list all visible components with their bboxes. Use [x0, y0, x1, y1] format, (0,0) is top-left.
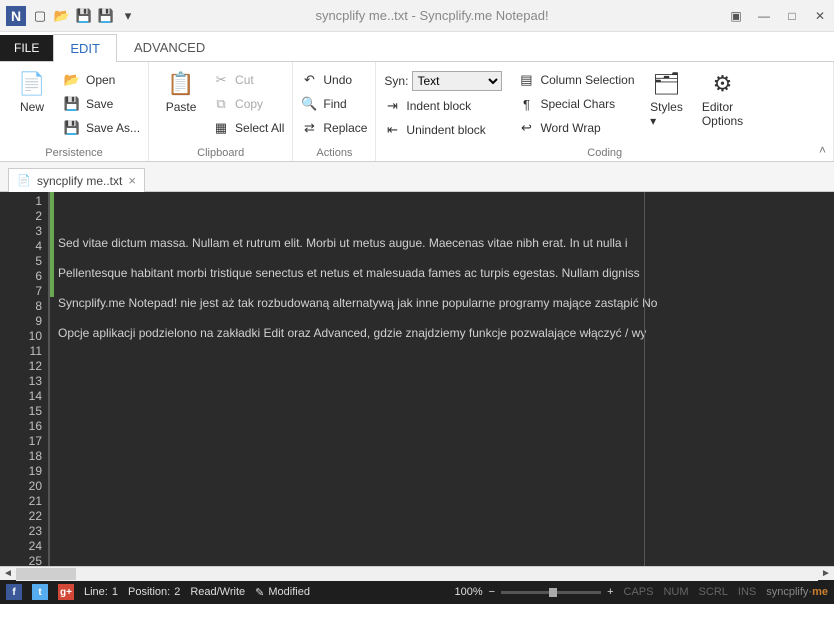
- unindent-icon: ⇤: [384, 122, 400, 138]
- word-wrap-icon: ↩: [518, 120, 534, 136]
- minimize-icon[interactable]: —: [756, 8, 772, 24]
- zoom-in-icon[interactable]: +: [607, 586, 613, 598]
- zoom-out-icon[interactable]: −: [489, 586, 495, 598]
- caps-indicator: CAPS: [624, 586, 654, 598]
- modified-icon: ✎: [255, 586, 264, 599]
- replace-button[interactable]: ⇄Replace: [301, 118, 367, 138]
- line-gutter: 1234567891011121314151617181920212223242…: [0, 192, 50, 566]
- googleplus-icon[interactable]: g+: [58, 584, 74, 600]
- facebook-icon[interactable]: f: [6, 584, 22, 600]
- group-persistence: 📄 New 📂Open 💾Save 💾Save As... Persistenc…: [0, 62, 149, 161]
- group-coding: Syn: Text ⇥Indent block ⇤Unindent block …: [376, 62, 834, 161]
- ribbon: 📄 New 📂Open 💾Save 💾Save As... Persistenc…: [0, 62, 834, 162]
- new-button[interactable]: 📄 New: [8, 66, 56, 114]
- indent-icon: ⇥: [384, 98, 400, 114]
- status-position: Position: 2: [128, 586, 180, 598]
- tab-edit[interactable]: EDIT: [53, 34, 117, 62]
- editor-area: 1234567891011121314151617181920212223242…: [0, 192, 834, 580]
- collapse-ribbon-icon[interactable]: ˄: [819, 143, 826, 157]
- close-tab-icon[interactable]: ×: [128, 173, 136, 188]
- column-selection-button[interactable]: ▤Column Selection: [518, 70, 634, 90]
- undo-icon: ↶: [301, 72, 317, 88]
- column-selection-icon: ▤: [518, 72, 534, 88]
- status-bar: f t g+ Line: 1 Position: 2 Read/Write ✎ …: [0, 580, 834, 604]
- indent-button[interactable]: ⇥Indent block: [384, 96, 502, 116]
- ribbon-tabs: FILE EDIT ADVANCED: [0, 32, 834, 62]
- syntax-label: Syn:: [384, 74, 408, 88]
- styles-button[interactable]: 🗂 Styles▾: [643, 66, 691, 128]
- window-title: syncplify me..txt - Syncplify.me Notepad…: [136, 8, 728, 23]
- editor-options-icon: ⚙: [709, 70, 737, 98]
- new-doc-icon[interactable]: ▢: [32, 8, 48, 24]
- maximize-icon[interactable]: □: [784, 8, 800, 24]
- status-modified: ✎ Modified: [255, 586, 310, 599]
- paste-icon: 📋: [167, 70, 195, 98]
- zoom-slider[interactable]: [501, 591, 601, 594]
- editor-text[interactable]: Sed vitae dictum massa. Nullam et rutrum…: [54, 192, 834, 566]
- right-margin-line: [644, 192, 645, 566]
- window-controls: ▣ — □ ✕: [728, 8, 828, 24]
- styles-icon: 🗂: [653, 70, 681, 98]
- save-as-button[interactable]: 💾Save As...: [64, 118, 140, 138]
- scroll-right-icon[interactable]: ►: [818, 568, 834, 579]
- paste-button[interactable]: 📋 Paste: [157, 66, 205, 114]
- status-mode: Read/Write: [190, 586, 245, 598]
- document-tabs: 📄 syncplify me..txt ×: [0, 162, 834, 192]
- replace-icon: ⇄: [301, 120, 317, 136]
- select-all-button[interactable]: ▦Select All: [213, 118, 284, 138]
- new-file-icon: 📄: [18, 70, 46, 98]
- app-logo: N: [6, 6, 26, 26]
- scroll-thumb[interactable]: [16, 568, 76, 580]
- word-wrap-button[interactable]: ↩Word Wrap: [518, 118, 634, 138]
- scroll-track[interactable]: [16, 567, 818, 581]
- editor-options-button[interactable]: ⚙ Editor Options: [699, 66, 747, 128]
- scrl-indicator: SCRL: [699, 586, 728, 598]
- undo-button[interactable]: ↶Undo: [301, 70, 367, 90]
- horizontal-scrollbar[interactable]: ◄ ►: [0, 566, 834, 580]
- twitter-icon[interactable]: t: [32, 584, 48, 600]
- open-icon: 📂: [64, 72, 80, 88]
- document-icon: 📄: [17, 174, 31, 188]
- status-line: Line: 1: [84, 586, 118, 598]
- save-all-icon[interactable]: 💾: [98, 8, 114, 24]
- copy-button[interactable]: ⧉Copy: [213, 94, 284, 114]
- save-button[interactable]: 💾Save: [64, 94, 140, 114]
- ins-indicator: INS: [738, 586, 756, 598]
- scroll-left-icon[interactable]: ◄: [0, 568, 16, 579]
- save-icon[interactable]: 💾: [76, 8, 92, 24]
- group-actions: ↶Undo 🔍Find ⇄Replace Actions: [293, 62, 376, 161]
- compact-ribbon-icon[interactable]: ▣: [728, 8, 744, 24]
- find-button[interactable]: 🔍Find: [301, 94, 367, 114]
- cut-button[interactable]: ✂Cut: [213, 70, 284, 90]
- find-icon: 🔍: [301, 96, 317, 112]
- select-all-icon: ▦: [213, 120, 229, 136]
- zoom-thumb[interactable]: [549, 588, 557, 597]
- cut-icon: ✂: [213, 72, 229, 88]
- special-chars-icon: ¶: [518, 96, 534, 112]
- open-folder-icon[interactable]: 📂: [54, 8, 70, 24]
- document-tab[interactable]: 📄 syncplify me..txt ×: [8, 168, 145, 192]
- tab-advanced[interactable]: ADVANCED: [117, 33, 222, 61]
- copy-icon: ⧉: [213, 96, 229, 112]
- quick-access: ▢ 📂 💾 💾 ▾: [32, 8, 136, 24]
- brand-label: syncplify·me: [766, 586, 828, 598]
- special-chars-button[interactable]: ¶Special Chars: [518, 94, 634, 114]
- qa-dropdown-icon[interactable]: ▾: [120, 8, 136, 24]
- open-button[interactable]: 📂Open: [64, 70, 140, 90]
- tab-file[interactable]: FILE: [0, 35, 53, 61]
- unindent-button[interactable]: ⇤Unindent block: [384, 120, 502, 140]
- save-icon: 💾: [64, 96, 80, 112]
- save-as-icon: 💾: [64, 120, 80, 136]
- zoom-value: 100%: [455, 586, 483, 598]
- document-tab-label: syncplify me..txt: [37, 174, 122, 188]
- close-icon[interactable]: ✕: [812, 8, 828, 24]
- syntax-select[interactable]: Text: [412, 71, 502, 91]
- num-indicator: NUM: [663, 586, 688, 598]
- group-clipboard: 📋 Paste ✂Cut ⧉Copy ▦Select All Clipboard: [149, 62, 293, 161]
- zoom-control: 100% − +: [455, 586, 614, 598]
- titlebar: N ▢ 📂 💾 💾 ▾ syncplify me..txt - Syncplif…: [0, 0, 834, 32]
